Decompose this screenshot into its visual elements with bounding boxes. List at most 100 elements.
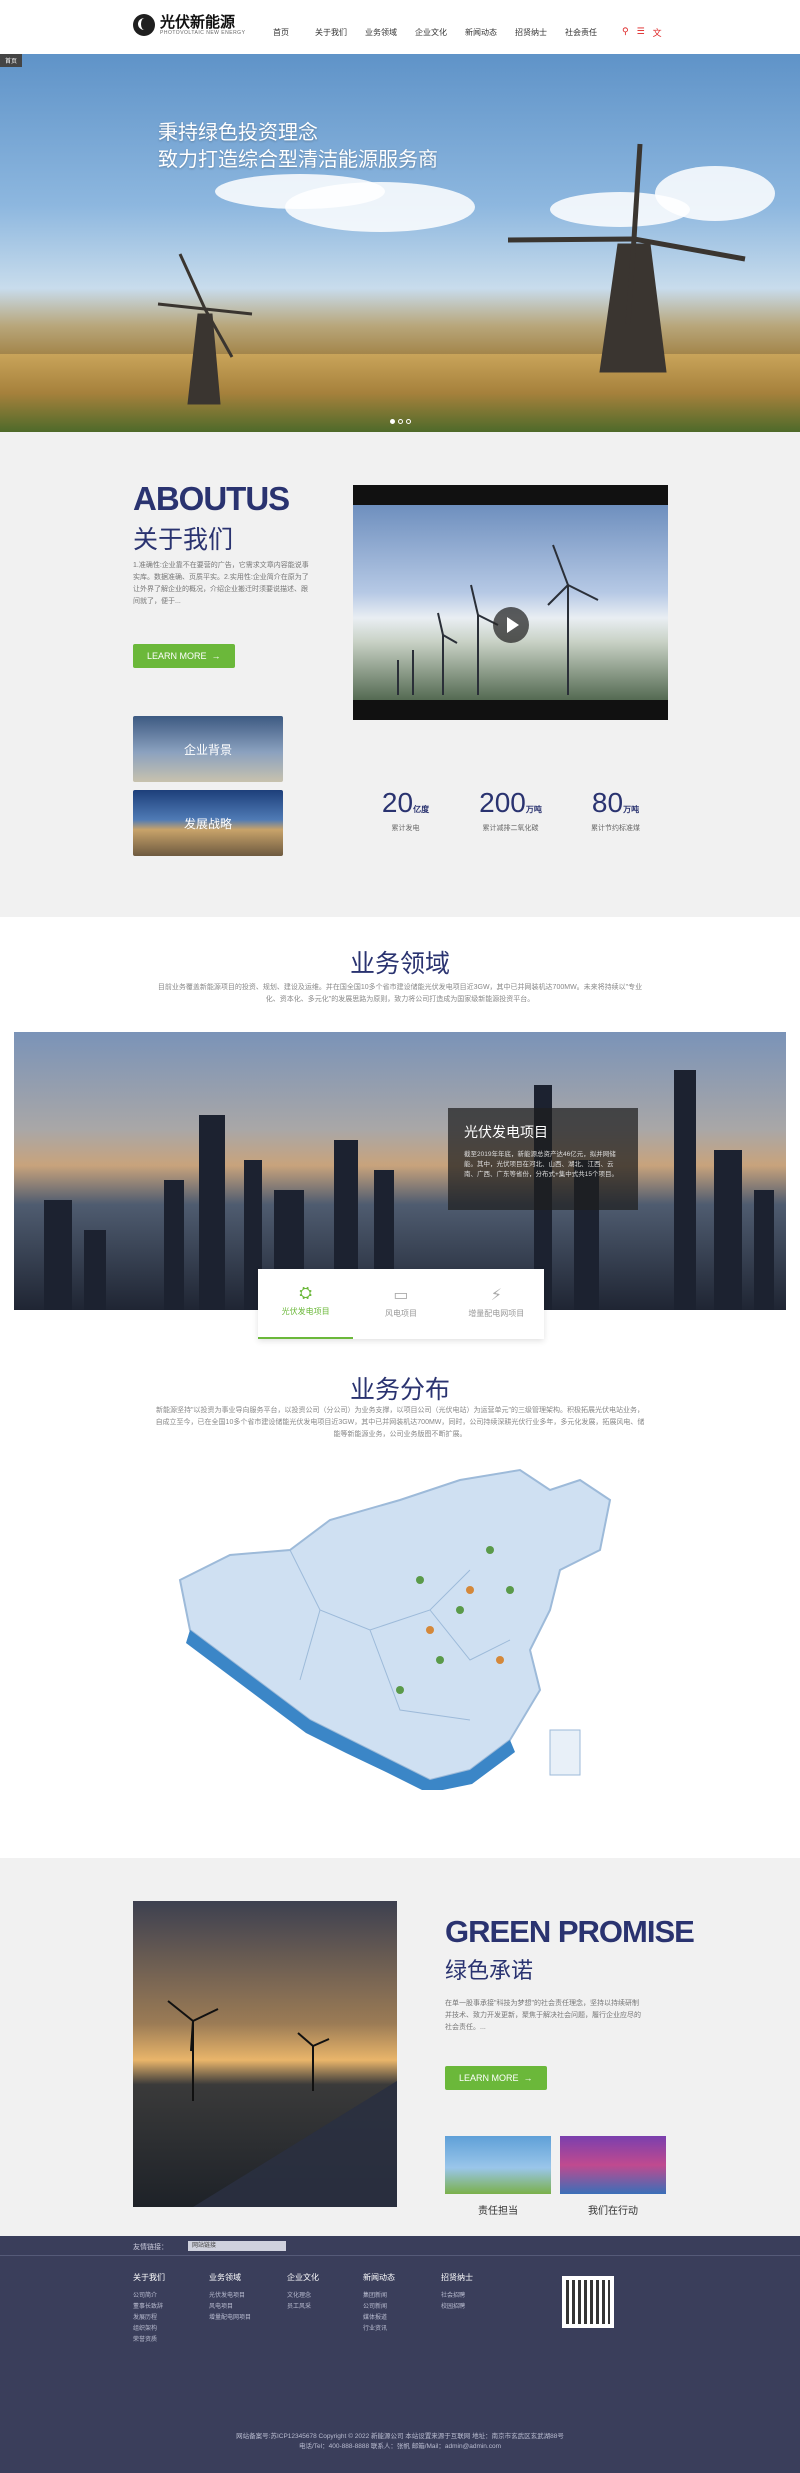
turbine-silhouette (167, 2000, 397, 2207)
nav-responsibility[interactable]: 社会责任 (556, 27, 606, 38)
grid-icon: ⚡ (490, 1287, 502, 1304)
footer-col-title: 新闻动态 (363, 2273, 395, 2282)
wind-icon: ▭ (393, 1287, 409, 1304)
stat-unit: 亿度 (413, 805, 430, 814)
footer-col-news: 新闻动态 集团新闻 公司新闻 媒体报道 行业资讯 (363, 2272, 395, 2335)
search-icon[interactable]: ⚲ (622, 26, 629, 39)
slider-dot[interactable] (390, 419, 395, 424)
footer-link[interactable]: 集团新闻 (363, 2291, 395, 2302)
stat-label: 累计节约标准煤 (591, 825, 640, 832)
nav-careers[interactable]: 招贤纳士 (506, 27, 556, 38)
footer-link[interactable]: 光伏发电项目 (209, 2291, 251, 2302)
nav-home[interactable]: 首页 (256, 27, 306, 38)
stat-number: 80 (591, 787, 624, 818)
footer-link[interactable]: 风电项目 (209, 2302, 251, 2313)
footer-link[interactable]: 荣誉资质 (133, 2335, 165, 2346)
logo-subtitle: PHOTOVOLTAIC NEW ENERGY (160, 30, 246, 36)
nav-business[interactable]: 业务领域 (356, 27, 406, 38)
green-text: 在单一股事承接"科技为梦想"的社会责任理念，坚持以持续研制并技术、致力开发更新，… (445, 2000, 641, 2031)
project-info-card: 光伏发电项目 截至2019年年底，新能源总资产达46亿元，拟并网储能。其中，光伏… (448, 1108, 638, 1210)
stat-label: 累计发电 (391, 825, 420, 832)
footer-link[interactable]: 公司简介 (133, 2291, 165, 2302)
footer-col-business: 业务领域 光伏发电项目 风电项目 增量配电网项目 (209, 2272, 251, 2324)
stat-label: 累计减排二氧化碳 (482, 825, 539, 832)
footer-link[interactable]: 文化理念 (287, 2291, 319, 2302)
solar-sunset-image (133, 1901, 397, 2207)
copyright: 网站备案号:苏ICP12345678 Copyright © 2022 新能源公… (0, 2432, 800, 2452)
copyright-line2: 电话/Tel：400-888-8888 联系人：张帆 邮箱/Mail：admin… (298, 2443, 502, 2450)
project-card-title: 光伏发电项目 (464, 1124, 548, 1140)
about-text: 1.准确性:企业靠不在要营的广告，它需求文章内容能说事实库。数据准确、页质平实。… (133, 562, 309, 605)
windmill-image (157, 143, 746, 405)
tab-label: 风电项目 (384, 1309, 417, 1318)
footer-link[interactable]: 组织架构 (133, 2324, 165, 2335)
thumb-enterprise-background[interactable]: 企业背景 (133, 716, 283, 782)
logo[interactable]: 光伏新能源 PHOTOVOLTAIC NEW ENERGY (133, 14, 245, 36)
tab-wind-project[interactable]: ▭ 风电项目 (353, 1269, 448, 1339)
thumb-label: 发展战略 (183, 816, 232, 831)
footer-col-title: 关于我们 (133, 2273, 165, 2282)
thumb-development-strategy[interactable]: 发展战略 (133, 790, 283, 856)
business-text: 目前业务覆盖新能源项目的投资、规划、建设及运维。并在国全国10多个省市建设储能光… (157, 984, 643, 1003)
thumb-responsibility[interactable] (445, 2136, 551, 2194)
about-learn-more-button[interactable]: LEARN MORE → (133, 644, 235, 668)
play-icon[interactable] (493, 607, 529, 643)
footer-link[interactable]: 员工风采 (287, 2302, 319, 2313)
qr-code-icon (562, 2276, 614, 2328)
thumb-in-action[interactable] (560, 2136, 666, 2194)
green-title-en: GREEN PROMISE (445, 1914, 695, 1949)
tab-grid-project[interactable]: ⚡ 增量配电网项目 (449, 1269, 544, 1339)
footer-link[interactable]: 董事长致辞 (133, 2302, 165, 2313)
stat-item: 200万吨 累计减排二氧化碳 (458, 787, 563, 833)
business-tabs: ⛭ 光伏发电项目 ▭ 风电项目 ⚡ 增量配电网项目 (258, 1269, 544, 1339)
footer-link[interactable]: 增量配电网项目 (209, 2313, 251, 2324)
stats-row: 20亿度累计发电 200万吨 累计减排二氧化碳 80万吨累计节约标准煤 (353, 787, 668, 833)
footer-link[interactable]: 发展历程 (133, 2313, 165, 2324)
hero-title-line2: 致力打造综合型清洁能源服务商 (158, 149, 438, 171)
wind-turbine-image (397, 544, 599, 695)
footer-col-title: 业务领域 (209, 2273, 241, 2282)
footer-link[interactable]: 校园招聘 (441, 2302, 473, 2313)
footer-col-careers: 招贤纳士 社会招聘 校园招聘 (441, 2272, 473, 2313)
slider-dot[interactable] (406, 419, 411, 424)
thumb-caption-in-action: 我们在行动 (588, 2206, 638, 2217)
button-label: LEARN MORE (459, 2073, 519, 2083)
green-title-cn: 绿色承诺 (445, 1958, 534, 1983)
footer-link[interactable]: 公司新闻 (363, 2302, 395, 2313)
thumb-label: 企业背景 (183, 742, 232, 757)
china-map-image (178, 1468, 612, 1790)
hero-title-line1: 秉持绿色投资理念 (158, 122, 318, 144)
about-video[interactable] (353, 485, 668, 720)
footer-col-title: 招贤纳士 (441, 2273, 473, 2282)
tab-solar-project[interactable]: ⛭ 光伏发电项目 (258, 1269, 354, 1339)
friend-links-select[interactable]: 网站链接 (188, 2241, 286, 2251)
about-title-cn: 关于我们 (133, 526, 234, 554)
business-title: 业务领域 (349, 950, 450, 978)
copyright-line1: 网站备案号:苏ICP12345678 Copyright © 2022 新能源公… (236, 2433, 564, 2440)
about-section: ABOUTUS 关于我们 1.准确性:企业靠不在要营的广告，它需求文章内容能说事… (0, 432, 800, 917)
about-title-en: ABOUTUS (133, 480, 290, 517)
tab-label: 增量配电网项目 (468, 1309, 525, 1318)
friend-links-label: 友情链接： (133, 2244, 168, 2251)
menu-icon[interactable]: ☰ (637, 26, 645, 39)
footer-link[interactable]: 媒体报道 (363, 2313, 395, 2324)
green-learn-more-button[interactable]: LEARN MORE → (445, 2066, 547, 2090)
stat-unit: 万吨 (623, 805, 640, 814)
thumb-caption-responsibility: 责任担当 (478, 2206, 518, 2217)
footer-col-title: 企业文化 (287, 2273, 319, 2282)
stat-item: 80万吨累计节约标准煤 (563, 787, 668, 833)
language-icon[interactable]: 文 (653, 26, 662, 39)
footer-link[interactable]: 行业资讯 (363, 2324, 395, 2335)
slider-dot[interactable] (398, 419, 403, 424)
footer-link[interactable]: 社会招聘 (441, 2291, 473, 2302)
nav-about[interactable]: 关于我们 (306, 27, 356, 38)
footer-col-culture: 企业文化 文化理念 员工风采 (287, 2272, 319, 2313)
button-label: LEARN MORE (147, 651, 207, 661)
nav-news[interactable]: 新闻动态 (456, 27, 506, 38)
stat-number: 20 (381, 787, 414, 818)
nav-culture[interactable]: 企业文化 (406, 27, 456, 38)
logo-title: 光伏新能源 (160, 13, 236, 31)
header: 光伏新能源 PHOTOVOLTAIC NEW ENERGY 首页 关于我们 业务… (0, 0, 800, 54)
slider-dots (390, 419, 411, 424)
solar-icon: ⛭ (299, 1285, 313, 1302)
